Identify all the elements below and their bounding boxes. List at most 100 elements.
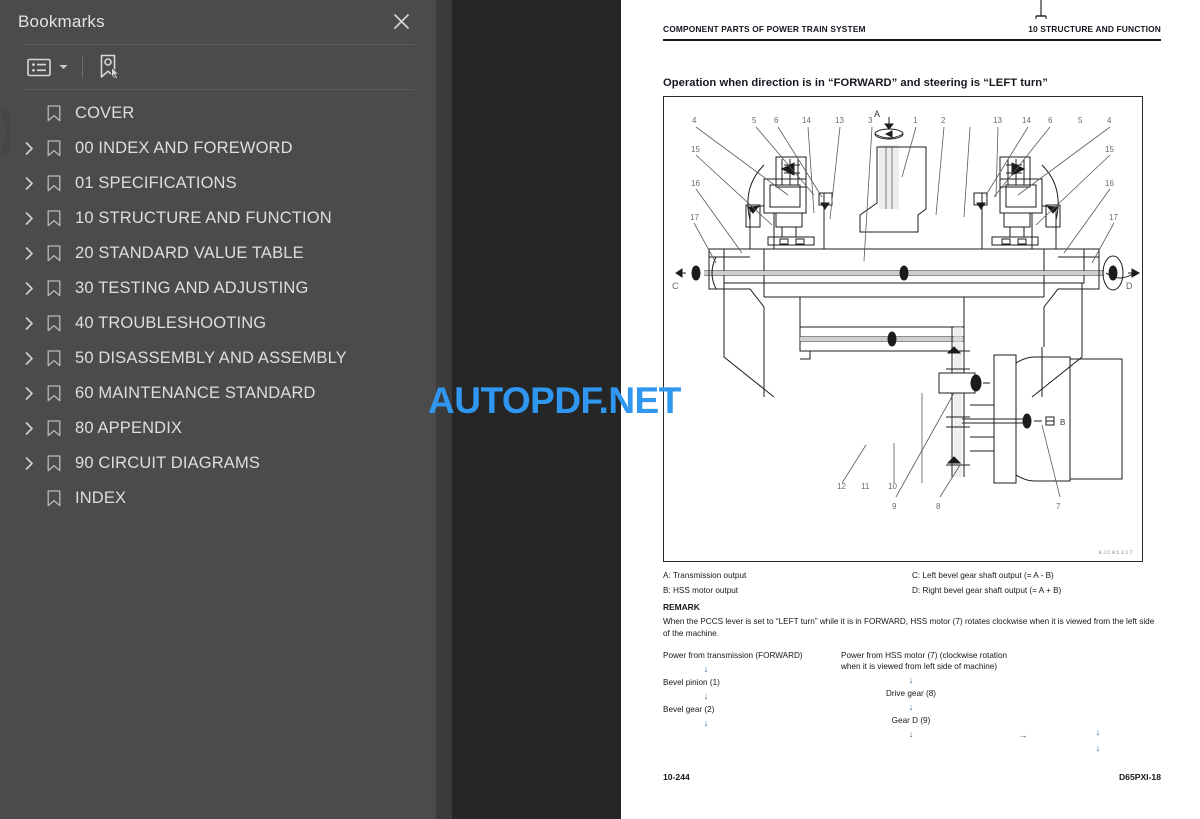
new-bookmark-icon[interactable] (95, 52, 125, 82)
figure-legend: A: Transmission output C: Left bevel gea… (663, 568, 1161, 598)
chevron-right-icon[interactable] (18, 453, 40, 475)
bookmark-item-01-specifications[interactable]: 01 SPECIFICATIONS (0, 166, 436, 201)
flow-column-transmission: Power from transmission (FORWARD) ↓ Beve… (663, 650, 833, 731)
bookmark-item-60-maintenance-standard[interactable]: 60 MAINTENANCE STANDARD (0, 376, 436, 411)
bookmark-item-80-appendix[interactable]: 80 APPENDIX (0, 411, 436, 446)
bookmarks-panel-header: Bookmarks (0, 0, 436, 44)
header-right-text: 10 STRUCTURE AND FUNCTION (1028, 24, 1161, 34)
flow-arrow-icon: ↓ (1095, 743, 1101, 753)
svg-text:17: 17 (1109, 213, 1118, 222)
panel-splitter[interactable] (436, 0, 452, 819)
flow-column-link: → (993, 727, 1053, 743)
bookmark-item-cover[interactable]: COVER (0, 96, 436, 131)
header-rule (663, 39, 1161, 41)
power-train-figure: 4 5 6 14 13 3 1 2 13 14 6 5 4 15 15 16 1 (663, 96, 1143, 562)
section-title: Operation when direction is in “FORWARD”… (663, 77, 1048, 89)
toolbar-divider (82, 56, 83, 78)
svg-text:B: B (1060, 418, 1065, 427)
bookmark-item-90-circuit-diagrams[interactable]: 90 CIRCUIT DIAGRAMS (0, 446, 436, 481)
bookmark-item-label: 00 INDEX AND FOREWORD (75, 139, 293, 157)
legend-row: A: Transmission output C: Left bevel gea… (663, 568, 1161, 583)
bookmark-item-label: 30 TESTING AND ADJUSTING (75, 279, 309, 297)
flow-arrow-icon: ↓ (703, 718, 709, 728)
power-flow-diagram: Power from transmission (FORWARD) ↓ Beve… (663, 650, 1161, 760)
legend-a: A: Transmission output (663, 571, 747, 580)
flow-step: Bevel gear (2) (663, 705, 715, 714)
svg-text:2: 2 (941, 116, 946, 125)
bookmark-item-20-standard-value-table[interactable]: 20 STANDARD VALUE TABLE (0, 236, 436, 271)
chevron-right-icon[interactable] (18, 138, 40, 160)
flow-step: Bevel pinion (1) (663, 678, 720, 687)
chevron-right-icon[interactable] (18, 243, 40, 265)
bookmark-icon (40, 277, 68, 301)
svg-text:11: 11 (861, 482, 870, 491)
svg-text:13: 13 (835, 116, 844, 125)
bookmark-item-label: 80 APPENDIX (75, 419, 183, 437)
bookmark-item-label: 20 STANDARD VALUE TABLE (75, 244, 304, 262)
svg-text:A: A (874, 109, 880, 119)
bookmark-icon (40, 347, 68, 371)
svg-text:14: 14 (1022, 116, 1031, 125)
pdf-viewer-window: Bookmarks COVER 00 INDEX AND FOREWORD 01… (0, 0, 1200, 819)
bookmark-item-label: 10 STRUCTURE AND FUNCTION (75, 209, 332, 227)
svg-text:17: 17 (690, 213, 699, 222)
list-options-icon[interactable] (22, 52, 56, 82)
bookmark-item-label: COVER (75, 104, 135, 122)
bookmark-item-label: 40 TROUBLESHOOTING (75, 314, 267, 332)
chevron-right-icon[interactable] (18, 348, 40, 370)
bookmark-item-10-structure-and-function[interactable]: 10 STRUCTURE AND FUNCTION (0, 201, 436, 236)
flow-arrow-icon: ↓ (1095, 727, 1101, 737)
bookmark-item-30-testing-and-adjusting[interactable]: 30 TESTING AND ADJUSTING (0, 271, 436, 306)
flow-arrow-icon: ↓ (908, 702, 914, 712)
chevron-right-icon[interactable] (18, 418, 40, 440)
bookmark-item-40-troubleshooting[interactable]: 40 TROUBLESHOOTING (0, 306, 436, 341)
svg-text:6: 6 (774, 116, 779, 125)
svg-text:4: 4 (1107, 116, 1112, 125)
figure-code: 9JC01317 (1098, 549, 1134, 556)
bookmark-icon (40, 172, 68, 196)
svg-text:13: 13 (993, 116, 1002, 125)
flow-arrow-icon: ↓ (703, 691, 709, 701)
bookmarks-toolbar (22, 46, 125, 88)
svg-text:12: 12 (837, 482, 846, 491)
chevron-down-icon[interactable] (56, 52, 70, 82)
chevron-right-icon[interactable] (18, 208, 40, 230)
bookmark-item-00-index-and-foreword[interactable]: 00 INDEX AND FOREWORD (0, 131, 436, 166)
bookmark-item-label: 90 CIRCUIT DIAGRAMS (75, 454, 260, 472)
bookmark-icon (40, 312, 68, 336)
svg-text:16: 16 (691, 179, 700, 188)
panel-divider-bottom (22, 89, 414, 90)
chevron-right-icon[interactable] (18, 278, 40, 300)
document-page: COMPONENT PARTS OF POWER TRAIN SYSTEM 10… (621, 0, 1200, 819)
bookmark-item-label: 60 MAINTENANCE STANDARD (75, 384, 316, 402)
chevron-right-icon[interactable] (18, 383, 40, 405)
legend-d: D: Right bevel gear shaft output (= A + … (912, 586, 1062, 595)
bookmark-icon (40, 207, 68, 231)
flow-heading: Power from transmission (FORWARD) (663, 651, 803, 660)
svg-text:1: 1 (913, 116, 918, 125)
flow-column-right: ↓ ↓ (1078, 724, 1118, 756)
panel-title: Bookmarks (18, 12, 105, 31)
chevron-right-icon[interactable] (18, 173, 40, 195)
svg-text:3: 3 (868, 116, 873, 125)
flow-heading: Power from HSS motor (7) (clockwise rota… (841, 651, 1008, 671)
flow-arrow-icon: ↓ (908, 675, 914, 685)
svg-text:14: 14 (802, 116, 811, 125)
flow-step: Drive gear (8) (885, 689, 937, 698)
remark-text: When the PCCS lever is set to “LEFT turn… (663, 617, 1155, 638)
bookmark-item-50-disassembly-and-assembly[interactable]: 50 DISASSEMBLY AND ASSEMBLY (0, 341, 436, 376)
header-left-text: COMPONENT PARTS OF POWER TRAIN SYSTEM (663, 24, 866, 34)
model-number: D65PXI-18 (1118, 772, 1161, 782)
bookmark-item-label: INDEX (75, 489, 127, 507)
legend-c: C: Left bevel gear shaft output (= A - B… (912, 571, 1054, 580)
bookmark-item-label: 50 DISASSEMBLY AND ASSEMBLY (75, 349, 347, 367)
bookmark-icon (40, 102, 68, 126)
chevron-right-icon[interactable] (18, 313, 40, 335)
svg-text:5: 5 (1078, 116, 1083, 125)
close-icon[interactable] (388, 8, 414, 34)
bookmark-icon (40, 242, 68, 266)
bookmark-item-index[interactable]: INDEX (0, 481, 436, 516)
svg-text:15: 15 (1105, 145, 1114, 154)
page-crop-mark-icon (1032, 0, 1050, 22)
bookmark-icon (40, 487, 68, 511)
